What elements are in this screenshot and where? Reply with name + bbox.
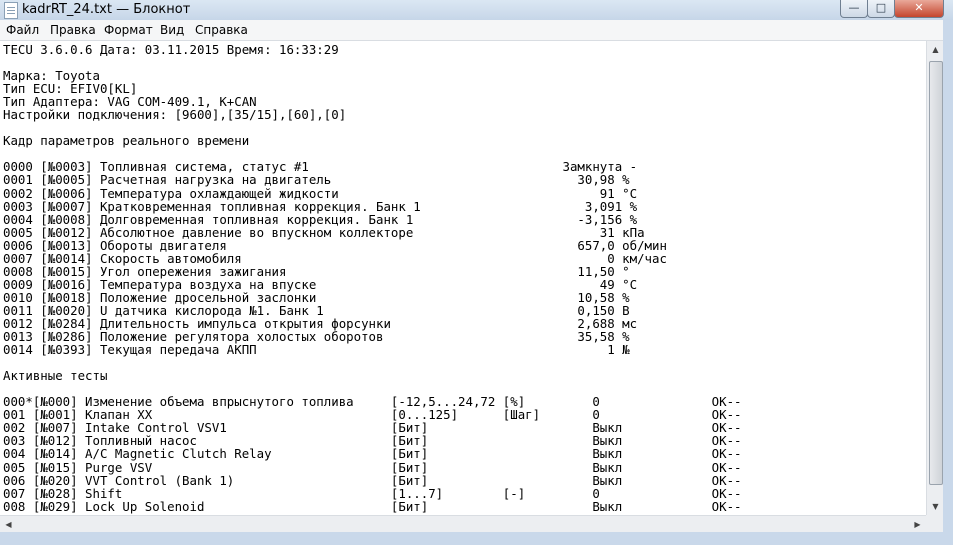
vertical-scrollbar[interactable]: ▲ ▼: [926, 41, 944, 515]
scroll-up-icon[interactable]: ▲: [927, 41, 944, 58]
text-line: Настройки подключения: [9600],[35/15],[6…: [3, 107, 347, 123]
window-frame-bottom: [0, 532, 953, 545]
minimize-button[interactable]: —: [840, 0, 868, 18]
text-line: Кадр параметров реального времени: [3, 133, 250, 149]
scroll-down-icon[interactable]: ▼: [927, 498, 944, 515]
maximize-button[interactable]: □: [867, 0, 895, 18]
title-bar[interactable]: kadrRT_24.txt — Блокнот — □ ✕: [0, 0, 953, 20]
menu-file[interactable]: Файл: [6, 23, 39, 37]
text-line: 008 [№029] Lock Up Solenoid [Бит] Выкл O…: [3, 498, 742, 514]
minimize-icon: —: [848, 1, 860, 14]
close-icon: ✕: [914, 1, 924, 14]
menu-format[interactable]: Формат: [104, 23, 153, 37]
document-text[interactable]: TECU 3.6.0.6 Дата: 03.11.2015 Время: 16:…: [0, 41, 926, 513]
text-line: 0014 [№0393] Текущая передача АКПП 1 №: [3, 342, 630, 358]
window-frame-right: [943, 20, 953, 545]
text-editor[interactable]: TECU 3.6.0.6 Дата: 03.11.2015 Время: 16:…: [0, 41, 926, 515]
maximize-icon: □: [875, 1, 887, 14]
menu-view[interactable]: Вид: [160, 23, 184, 37]
scrollbar-corner: [926, 515, 943, 532]
scroll-left-icon[interactable]: ◀: [0, 516, 17, 533]
close-button[interactable]: ✕: [894, 0, 944, 18]
horizontal-scrollbar[interactable]: ◀ ▶: [0, 515, 926, 533]
text-line: TECU 3.6.0.6 Дата: 03.11.2015 Время: 16:…: [3, 42, 339, 57]
scroll-right-icon[interactable]: ▶: [909, 516, 926, 533]
window-title: kadrRT_24.txt — Блокнот: [22, 2, 191, 17]
notepad-icon: [4, 2, 18, 19]
menu-edit[interactable]: Правка: [50, 23, 96, 37]
menu-bar: Файл Правка Формат Вид Справка: [0, 20, 953, 41]
menu-help[interactable]: Справка: [195, 23, 248, 37]
text-line: Активные тесты: [3, 368, 108, 384]
vertical-scroll-thumb[interactable]: [929, 61, 943, 485]
